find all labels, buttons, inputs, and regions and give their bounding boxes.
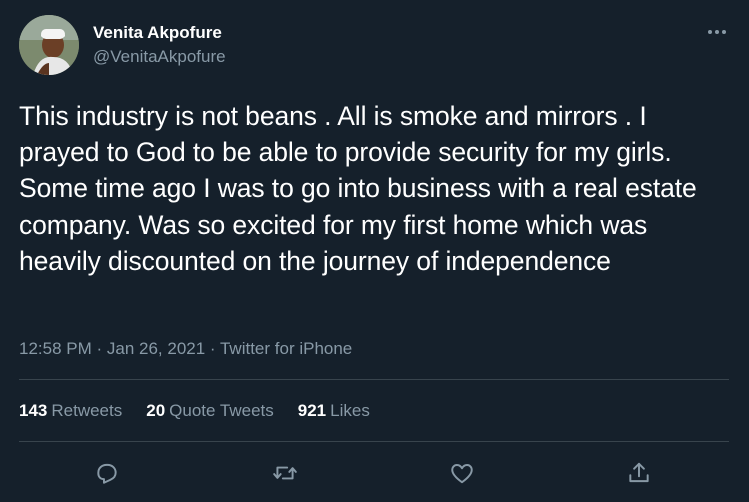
tweet-card: Venita Akpofure @VenitaAkpofure This ind… [0, 0, 749, 502]
share-button[interactable] [622, 456, 656, 490]
retweet-icon [273, 466, 297, 480]
tweet-meta[interactable]: 12:58 PM · Jan 26, 2021 · Twitter for iP… [19, 338, 352, 360]
retweets-label: Retweets [51, 401, 123, 420]
avatar[interactable] [19, 15, 79, 75]
divider [19, 379, 729, 380]
likes-label: Likes [330, 401, 370, 420]
retweets-stat[interactable]: 143 Retweets [19, 400, 122, 422]
quote-tweets-stat[interactable]: 20 Quote Tweets [146, 400, 274, 422]
quote-tweets-label: Quote Tweets [169, 401, 274, 420]
heart-icon [451, 464, 473, 484]
tweet-stats: 143 Retweets 20 Quote Tweets 921 Likes [19, 400, 394, 422]
author-handle[interactable]: @VenitaAkpofure [93, 46, 226, 68]
author-names: Venita Akpofure @VenitaAkpofure [93, 22, 226, 68]
like-button[interactable] [445, 456, 479, 490]
share-icon [629, 462, 649, 483]
likes-count: 921 [297, 401, 327, 420]
retweet-button[interactable] [268, 456, 302, 490]
quote-tweets-count: 20 [146, 401, 166, 420]
retweets-count: 143 [19, 401, 48, 420]
reply-icon [97, 463, 117, 484]
author-display-name[interactable]: Venita Akpofure [93, 22, 226, 44]
tweet-text: This industry is not beans . All is smok… [19, 101, 697, 276]
divider [19, 441, 729, 442]
likes-stat[interactable]: 921 Likes [298, 400, 370, 422]
more-options-icon[interactable] [705, 20, 729, 44]
tweet-actions [0, 456, 749, 490]
tweet-header: Venita Akpofure @VenitaAkpofure [19, 15, 226, 75]
reply-button[interactable] [90, 456, 124, 490]
